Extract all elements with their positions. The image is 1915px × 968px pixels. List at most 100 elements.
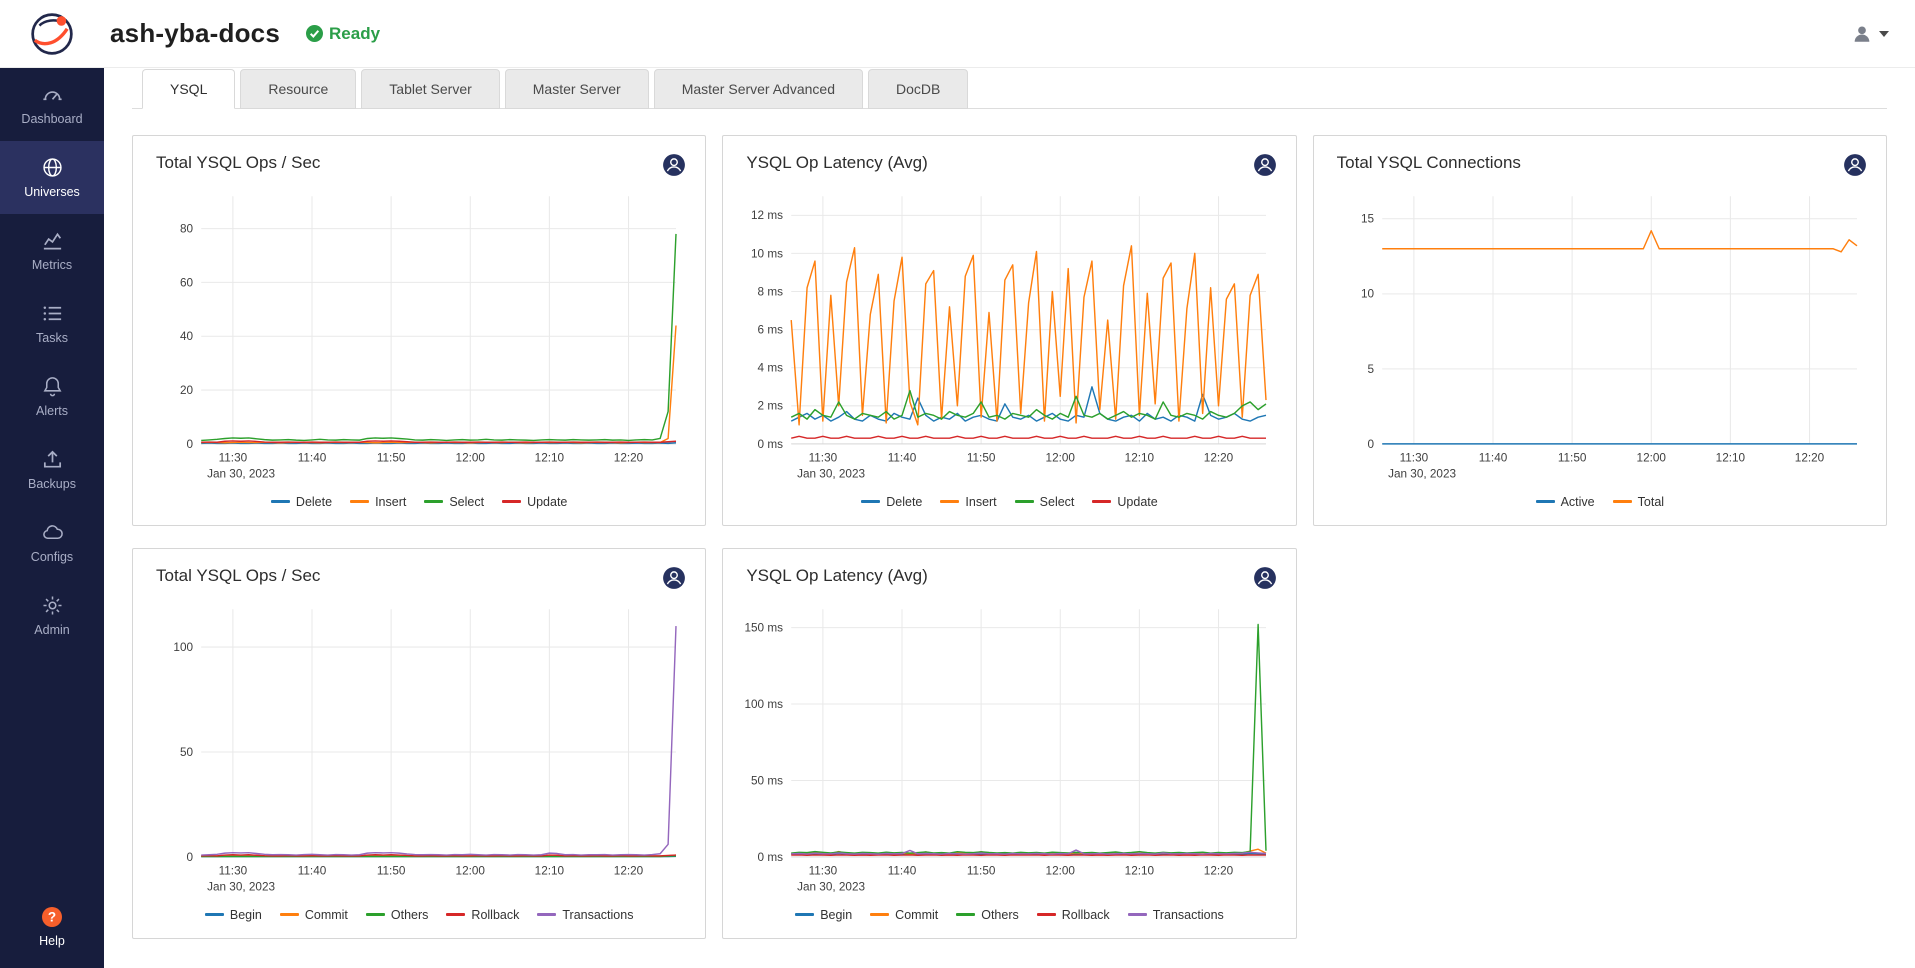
sidebar-item-admin[interactable]: Admin xyxy=(0,579,104,652)
svg-text:12:10: 12:10 xyxy=(1125,864,1155,877)
legend-item-begin[interactable]: Begin xyxy=(795,908,852,922)
sidebar-item-universes[interactable]: Universes xyxy=(0,141,104,214)
sidebar-item-label: Admin xyxy=(34,623,69,637)
universe-scope-icon[interactable] xyxy=(1843,153,1867,182)
legend-swatch xyxy=(1037,913,1056,916)
universe-name: ash-yba-docs xyxy=(110,18,280,49)
user-menu[interactable] xyxy=(1851,23,1889,45)
tab-master-server-advanced[interactable]: Master Server Advanced xyxy=(654,69,863,109)
svg-text:20: 20 xyxy=(180,384,194,397)
legend-label: Begin xyxy=(820,908,852,922)
sidebar-item-metrics[interactable]: Metrics xyxy=(0,214,104,287)
legend-item-rollback[interactable]: Rollback xyxy=(1037,908,1110,922)
sidebar-item-alerts[interactable]: Alerts xyxy=(0,360,104,433)
legend-item-delete[interactable]: Delete xyxy=(861,495,922,509)
svg-text:2 ms: 2 ms xyxy=(758,400,784,413)
user-icon xyxy=(1851,23,1873,45)
legend-swatch xyxy=(350,500,369,503)
top-header: ash-yba-docs Ready xyxy=(0,0,1915,68)
svg-text:11:30: 11:30 xyxy=(809,451,838,464)
svg-text:12:00: 12:00 xyxy=(1636,451,1666,464)
charts-area: Total YSQL Ops / Sec 02040608011:30Jan 3… xyxy=(132,109,1887,939)
svg-text:11:50: 11:50 xyxy=(967,451,996,464)
legend-swatch xyxy=(366,913,385,916)
sidebar-item-help[interactable]: ? Help xyxy=(0,889,104,968)
legend-item-active[interactable]: Active xyxy=(1536,495,1595,509)
svg-text:50: 50 xyxy=(180,746,194,759)
legend-label: Insert xyxy=(965,495,996,509)
chart-legend: Begin Commit Others Rollback Transactions xyxy=(148,904,690,930)
universe-scope-icon[interactable] xyxy=(1253,566,1277,595)
legend-swatch xyxy=(502,500,521,503)
svg-text:10 ms: 10 ms xyxy=(751,247,783,260)
sidebar-item-backups[interactable]: Backups xyxy=(0,433,104,506)
universe-scope-icon[interactable] xyxy=(662,153,686,182)
legend-swatch xyxy=(271,500,290,503)
tab-resource[interactable]: Resource xyxy=(240,69,356,109)
legend-label: Others xyxy=(391,908,429,922)
legend-item-others[interactable]: Others xyxy=(956,908,1019,922)
chart-panel: Total YSQL Ops / Sec 05010011:30Jan 30, … xyxy=(132,548,706,939)
sidebar-item-label: Backups xyxy=(28,477,76,491)
tab-ysql[interactable]: YSQL xyxy=(142,69,235,109)
legend-item-select[interactable]: Select xyxy=(424,495,484,509)
svg-text:Jan 30, 2023: Jan 30, 2023 xyxy=(207,468,275,481)
chart-plot[interactable]: 0 ms2 ms4 ms6 ms8 ms10 ms12 ms11:30Jan 3… xyxy=(738,184,1280,491)
svg-text:0 ms: 0 ms xyxy=(758,438,784,451)
legend-swatch xyxy=(537,913,556,916)
status-text: Ready xyxy=(329,24,380,44)
legend-item-select[interactable]: Select xyxy=(1015,495,1075,509)
legend-item-others[interactable]: Others xyxy=(366,908,429,922)
admin-icon xyxy=(41,594,64,617)
legend-item-commit[interactable]: Commit xyxy=(870,908,938,922)
sidebar-item-configs[interactable]: Configs xyxy=(0,506,104,579)
legend-item-transactions[interactable]: Transactions xyxy=(537,908,633,922)
sidebar-item-tasks[interactable]: Tasks xyxy=(0,287,104,360)
tab-tablet-server[interactable]: Tablet Server xyxy=(361,69,499,109)
chart-panel: YSQL Op Latency (Avg) 0 ms2 ms4 ms6 ms8 … xyxy=(722,135,1296,526)
legend-item-delete[interactable]: Delete xyxy=(271,495,332,509)
yugabyte-logo[interactable] xyxy=(0,11,104,57)
legend-swatch xyxy=(1128,913,1147,916)
svg-text:11:30: 11:30 xyxy=(809,864,838,877)
chart-plot[interactable]: 02040608011:30Jan 30, 202311:4011:5012:0… xyxy=(148,184,690,491)
tab-docdb[interactable]: DocDB xyxy=(868,69,968,109)
legend-label: Rollback xyxy=(1062,908,1110,922)
legend-swatch xyxy=(940,500,959,503)
svg-text:11:50: 11:50 xyxy=(377,451,406,464)
legend-item-insert[interactable]: Insert xyxy=(350,495,406,509)
legend-item-rollback[interactable]: Rollback xyxy=(446,908,519,922)
sidebar-item-label: Help xyxy=(39,934,65,948)
chart-plot[interactable]: 0 ms50 ms100 ms150 ms11:30Jan 30, 202311… xyxy=(738,597,1280,904)
legend-swatch xyxy=(1613,500,1632,503)
main-content: YSQLResourceTablet ServerMaster ServerMa… xyxy=(104,68,1915,968)
help-icon: ? xyxy=(40,905,64,929)
svg-text:12:20: 12:20 xyxy=(1204,451,1234,464)
tab-master-server[interactable]: Master Server xyxy=(505,69,649,109)
svg-text:11:30: 11:30 xyxy=(219,864,248,877)
svg-text:150 ms: 150 ms xyxy=(745,621,784,634)
legend-label: Transactions xyxy=(1153,908,1224,922)
legend-item-total[interactable]: Total xyxy=(1613,495,1664,509)
metrics-icon xyxy=(41,229,64,252)
chart-title: Total YSQL Ops / Sec xyxy=(156,153,320,173)
svg-text:11:40: 11:40 xyxy=(298,864,327,877)
legend-item-commit[interactable]: Commit xyxy=(280,908,348,922)
svg-text:100: 100 xyxy=(173,641,193,654)
universe-scope-icon[interactable] xyxy=(662,566,686,595)
svg-text:8 ms: 8 ms xyxy=(758,285,784,298)
svg-text:5: 5 xyxy=(1367,363,1374,376)
chart-plot[interactable]: 05101511:30Jan 30, 202311:4011:5012:0012… xyxy=(1329,184,1871,491)
svg-text:11:30: 11:30 xyxy=(1399,451,1428,464)
legend-item-insert[interactable]: Insert xyxy=(940,495,996,509)
legend-item-begin[interactable]: Begin xyxy=(205,908,262,922)
sidebar-item-label: Configs xyxy=(31,550,73,564)
legend-item-update[interactable]: Update xyxy=(502,495,567,509)
legend-item-transactions[interactable]: Transactions xyxy=(1128,908,1224,922)
svg-text:0: 0 xyxy=(186,851,193,864)
universe-scope-icon[interactable] xyxy=(1253,153,1277,182)
chart-plot[interactable]: 05010011:30Jan 30, 202311:4011:5012:0012… xyxy=(148,597,690,904)
legend-item-update[interactable]: Update xyxy=(1092,495,1157,509)
sidebar-item-dashboard[interactable]: Dashboard xyxy=(0,68,104,141)
tasks-icon xyxy=(41,302,64,325)
